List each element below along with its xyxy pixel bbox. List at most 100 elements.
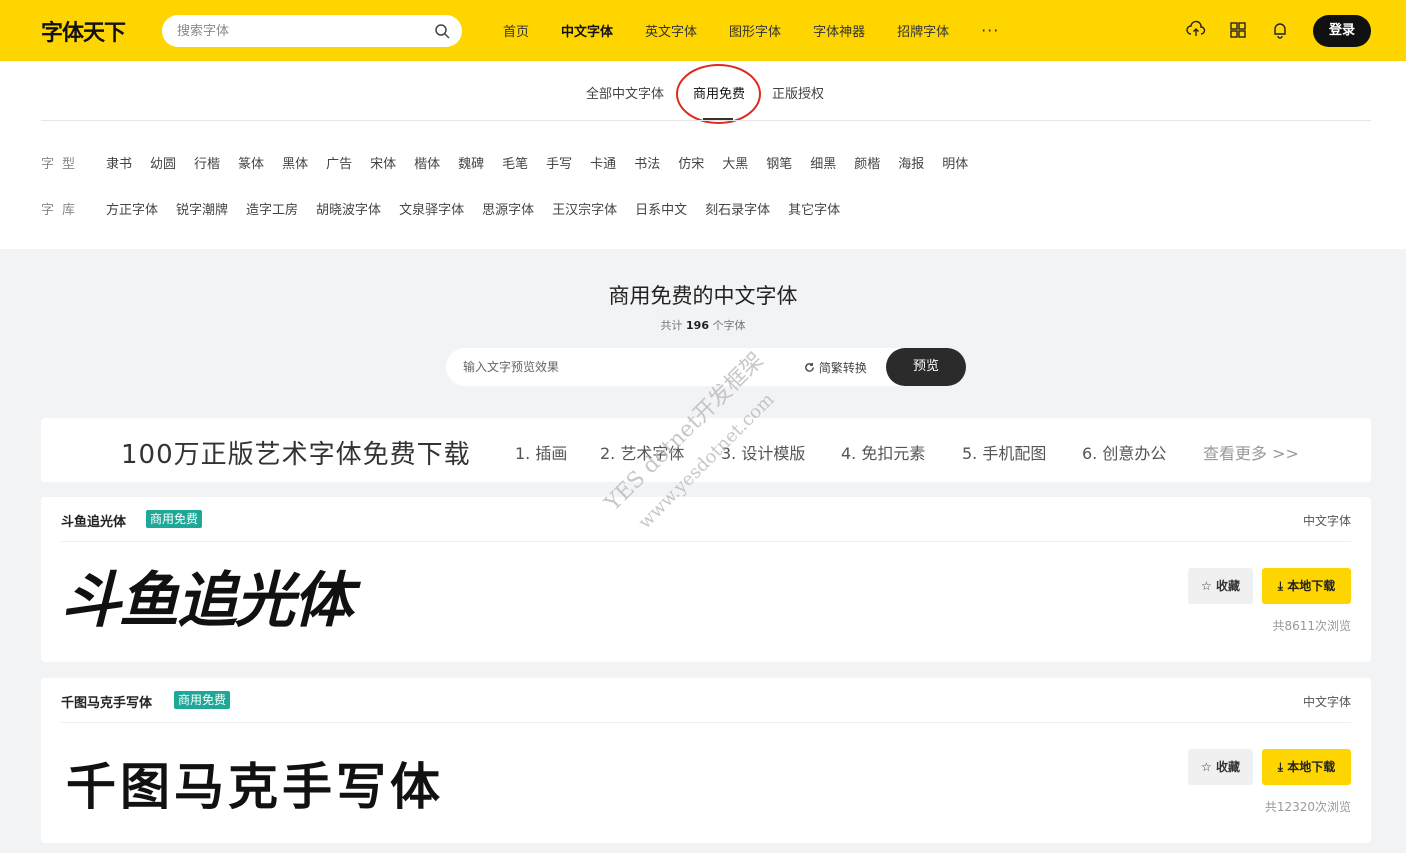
card-divider xyxy=(61,722,1351,723)
card-divider xyxy=(61,541,1351,542)
star-icon: ☆ xyxy=(1201,760,1212,774)
font-sample-image[interactable]: 斗鱼追光体 xyxy=(61,557,441,637)
search-box[interactable] xyxy=(162,15,462,47)
svg-text:千图马克手写体: 千图马克手写体 xyxy=(66,758,444,816)
download-button[interactable]: ⤓ 本地下载 xyxy=(1262,568,1351,604)
top-icons xyxy=(1186,20,1312,40)
free-badge: 商用免费 xyxy=(174,691,231,709)
search-icon[interactable] xyxy=(434,23,450,39)
nav-english-fonts[interactable]: 英文字体 xyxy=(645,21,697,40)
style-item[interactable]: 隶书 xyxy=(106,153,132,172)
font-count: 共计 196 个字体 xyxy=(0,317,1406,333)
style-item[interactable]: 仿宋 xyxy=(678,153,704,172)
style-item[interactable]: 卡通 xyxy=(590,153,616,172)
style-item[interactable]: 钢笔 xyxy=(766,153,792,172)
top-bar: 字体天下 首页 中文字体 英文字体 图形字体 字体神器 招牌字体 ··· 登录 xyxy=(0,0,1406,61)
font-sample-image[interactable]: 千图马克手写体 xyxy=(61,738,501,818)
font-name[interactable]: 千图马克手写体 xyxy=(61,692,152,711)
free-badge: 商用免费 xyxy=(146,510,203,528)
banner-category[interactable]: 6. 创意办公 xyxy=(1082,440,1166,464)
style-item[interactable]: 大黑 xyxy=(722,153,748,172)
library-item[interactable]: 其它字体 xyxy=(788,199,840,218)
library-item[interactable]: 文泉驿字体 xyxy=(399,199,464,218)
download-icon: ⤓ xyxy=(1277,579,1284,593)
nav-home[interactable]: 首页 xyxy=(503,21,529,40)
upload-icon[interactable] xyxy=(1186,20,1206,40)
nav-graphic-fonts[interactable]: 图形字体 xyxy=(729,21,781,40)
style-item[interactable]: 海报 xyxy=(898,153,924,172)
font-type: 中文字体 xyxy=(1302,514,1351,528)
style-item[interactable]: 篆体 xyxy=(238,153,264,172)
banner-headline[interactable]: 100万正版艺术字体免费下载 xyxy=(121,434,471,471)
library-filter-row: 字库 方正字体 锐字潮牌 造字工房 胡晓波字体 文泉驿字体 思源字体 王汉宗字体… xyxy=(41,199,858,218)
nav-signboard-fonts[interactable]: 招牌字体 xyxy=(897,21,949,40)
style-item[interactable]: 行楷 xyxy=(194,153,220,172)
library-item[interactable]: 锐字潮牌 xyxy=(176,199,228,218)
library-item[interactable]: 方正字体 xyxy=(106,199,158,218)
library-item[interactable]: 刻石录字体 xyxy=(705,199,770,218)
download-icon: ⤓ xyxy=(1277,760,1284,774)
bell-icon[interactable] xyxy=(1270,20,1290,40)
divider xyxy=(41,120,1371,121)
font-card: 千图马克手写体 商用免费 中文字体 千图马克手写体 ☆ 收藏 ⤓ 本地下载 共1… xyxy=(41,678,1371,843)
banner-category[interactable]: 4. 免扣元素 xyxy=(841,440,925,464)
svg-text:斗鱼追光体: 斗鱼追光体 xyxy=(61,566,362,636)
style-item[interactable]: 手写 xyxy=(546,153,572,172)
style-label: 字型 xyxy=(41,157,84,172)
view-count: 共8611次浏览 xyxy=(1272,619,1351,633)
style-item[interactable]: 明体 xyxy=(942,153,968,172)
star-icon: ☆ xyxy=(1201,579,1212,593)
search-input[interactable] xyxy=(177,15,427,47)
style-item[interactable]: 宋体 xyxy=(370,153,396,172)
banner-category[interactable]: 1. 插画 xyxy=(515,440,567,464)
preview-text-input[interactable] xyxy=(463,348,783,386)
nav-font-tools[interactable]: 字体神器 xyxy=(813,21,865,40)
convert-label: 简繁转换 xyxy=(818,361,867,375)
font-name[interactable]: 斗鱼追光体 xyxy=(61,511,126,530)
tab-all-chinese[interactable]: 全部中文字体 xyxy=(586,83,664,102)
banner-category[interactable]: 2. 艺术字体 xyxy=(600,440,684,464)
preview-bar: 简繁转换 预览 xyxy=(446,348,966,386)
count-prefix: 共计 xyxy=(660,319,683,332)
style-item[interactable]: 广告 xyxy=(326,153,352,172)
nav-chinese-fonts[interactable]: 中文字体 xyxy=(561,21,613,40)
login-button[interactable]: 登录 xyxy=(1313,15,1371,47)
grid-icon[interactable] xyxy=(1228,20,1248,40)
convert-toggle[interactable]: 简繁转换 xyxy=(804,359,867,376)
font-card: 斗鱼追光体 商用免费 中文字体 斗鱼追光体 ☆ 收藏 ⤓ 本地下载 共8611次… xyxy=(41,497,1371,662)
count-value: 196 xyxy=(686,319,709,332)
sub-tabs: 全部中文字体 商用免费 正版授权 xyxy=(0,61,1406,124)
font-type: 中文字体 xyxy=(1302,695,1351,709)
library-item[interactable]: 胡晓波字体 xyxy=(316,199,381,218)
style-filter-row: 字型 隶书 幼圆 行楷 篆体 黑体 广告 宋体 楷体 魏碑 毛笔 手写 卡通 书… xyxy=(41,153,986,172)
library-item[interactable]: 王汉宗字体 xyxy=(552,199,617,218)
nav-more-icon[interactable]: ··· xyxy=(981,21,999,40)
count-suffix: 个字体 xyxy=(712,319,746,332)
favorite-label: 收藏 xyxy=(1215,579,1240,593)
tab-licensed[interactable]: 正版授权 xyxy=(772,83,824,102)
download-label: 本地下载 xyxy=(1287,760,1336,774)
style-item[interactable]: 毛笔 xyxy=(502,153,528,172)
style-item[interactable]: 颜楷 xyxy=(854,153,880,172)
view-count: 共12320次浏览 xyxy=(1264,800,1351,814)
favorite-button[interactable]: ☆ 收藏 xyxy=(1188,568,1253,604)
style-item[interactable]: 幼圆 xyxy=(150,153,176,172)
library-item[interactable]: 日系中文 xyxy=(635,199,687,218)
favorite-label: 收藏 xyxy=(1215,760,1240,774)
preview-button[interactable]: 预览 xyxy=(886,348,966,386)
favorite-button[interactable]: ☆ 收藏 xyxy=(1188,749,1253,785)
promo-banner[interactable]: 100万正版艺术字体免费下载 1. 插画 2. 艺术字体 3. 设计模版 4. … xyxy=(41,418,1371,482)
library-item[interactable]: 造字工房 xyxy=(246,199,298,218)
main-nav: 首页 中文字体 英文字体 图形字体 字体神器 招牌字体 ··· xyxy=(503,0,999,61)
style-item[interactable]: 黑体 xyxy=(282,153,308,172)
site-logo[interactable]: 字体天下 xyxy=(41,15,126,47)
style-item[interactable]: 细黑 xyxy=(810,153,836,172)
style-item[interactable]: 书法 xyxy=(634,153,660,172)
banner-category[interactable]: 3. 设计模版 xyxy=(721,440,805,464)
library-item[interactable]: 思源字体 xyxy=(482,199,534,218)
banner-more-link[interactable]: 查看更多 >> xyxy=(1203,440,1299,464)
style-item[interactable]: 楷体 xyxy=(414,153,440,172)
banner-category[interactable]: 5. 手机配图 xyxy=(962,440,1046,464)
download-button[interactable]: ⤓ 本地下载 xyxy=(1262,749,1351,785)
style-item[interactable]: 魏碑 xyxy=(458,153,484,172)
